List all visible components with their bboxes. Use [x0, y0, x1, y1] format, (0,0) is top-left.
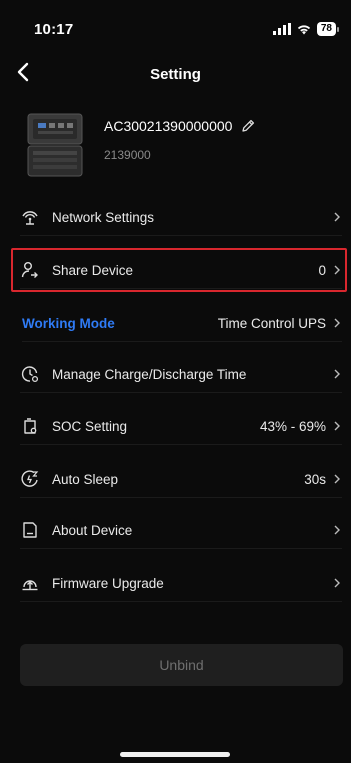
sleep-icon [21, 470, 39, 487]
manage-charge-time-row[interactable]: Manage Charge/Discharge Time [20, 356, 342, 393]
firmware-upgrade-row[interactable]: Firmware Upgrade [20, 565, 342, 602]
device-name-row: AC30021390000000 [104, 118, 256, 134]
auto-sleep-row[interactable]: Auto Sleep 30s [20, 461, 342, 498]
working-mode-row[interactable]: Working Mode Time Control UPS [22, 305, 342, 342]
soc-setting-row[interactable]: SOC Setting 43% - 69% [20, 408, 342, 445]
network-icon [22, 211, 38, 225]
device-image [27, 113, 83, 177]
device-name: AC30021390000000 [104, 118, 233, 134]
chevron-right-icon [334, 421, 340, 431]
unbind-button[interactable]: Unbind [20, 644, 343, 686]
chevron-right-icon [334, 318, 340, 328]
auto-sleep-value: 30s [304, 471, 326, 487]
network-settings-label: Network Settings [52, 209, 155, 225]
about-device-icon [23, 522, 37, 538]
page-title: Setting [150, 66, 201, 83]
firmware-upgrade-icon [22, 580, 38, 591]
status-time: 10:17 [34, 21, 74, 38]
edit-pencil-icon[interactable] [240, 118, 256, 134]
soc-setting-value: 43% - 69% [259, 418, 326, 434]
about-device-label: About Device [52, 522, 133, 538]
status-icons: 78 [272, 22, 339, 36]
share-device-count: 0 [318, 262, 326, 278]
about-device-row[interactable]: About Device [20, 512, 342, 549]
working-mode-label: Working Mode [22, 315, 115, 331]
settings-screen: 10:17 78 Setting AC30021390000000 213900… [0, 0, 351, 763]
device-card: AC30021390000000 2139000 [22, 106, 342, 184]
device-serial: 2139000 [104, 148, 151, 162]
signal-icon [272, 23, 291, 35]
battery-level: 78 [316, 22, 336, 36]
soc-setting-label: SOC Setting [52, 418, 128, 434]
status-bar: 10:17 78 [0, 0, 351, 44]
share-device-label: Share Device [52, 262, 134, 278]
wifi-icon [297, 25, 310, 35]
battery-icon: 78 [316, 22, 339, 36]
chevron-right-icon [334, 525, 340, 535]
network-settings-row[interactable]: Network Settings [20, 199, 342, 236]
clock-settings-icon [21, 366, 39, 383]
working-mode-value: Time Control UPS [217, 315, 326, 331]
nav-header: Setting [0, 56, 351, 92]
manage-charge-time-label: Manage Charge/Discharge Time [52, 366, 247, 382]
firmware-upgrade-label: Firmware Upgrade [52, 575, 164, 591]
chevron-right-icon [334, 474, 340, 484]
chevron-right-icon [334, 265, 340, 275]
home-indicator[interactable] [120, 752, 230, 757]
share-device-row[interactable]: Share Device 0 [20, 252, 342, 289]
auto-sleep-label: Auto Sleep [52, 471, 119, 487]
share-user-icon [21, 262, 38, 278]
chevron-right-icon [334, 578, 340, 588]
soc-battery-icon [24, 418, 37, 434]
chevron-right-icon [334, 212, 340, 222]
chevron-right-icon [334, 369, 340, 379]
